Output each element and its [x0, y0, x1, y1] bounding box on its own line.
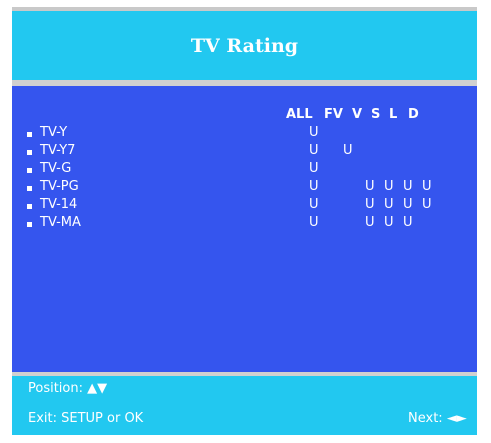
cell-v[interactable]: U	[365, 215, 375, 230]
cell-s[interactable]: U	[384, 215, 394, 230]
next-label: Next:	[408, 411, 443, 426]
column-header-fv: FV	[324, 107, 343, 122]
menu-header: TV Rating	[12, 7, 477, 80]
cell-all[interactable]: U	[309, 161, 319, 176]
cell-s[interactable]: U	[384, 197, 394, 212]
osd-menu: TV Rating ALL FV V S L D TV-Y U TV-Y7 U …	[12, 7, 477, 435]
column-header-v: V	[352, 107, 363, 122]
cell-d[interactable]: U	[422, 197, 432, 212]
cell-fv[interactable]: U	[343, 143, 353, 158]
bullet-icon	[27, 186, 32, 191]
tv-rating-screen: TV Rating ALL FV V S L D TV-Y U TV-Y7 U …	[0, 0, 491, 443]
menu-footer: Position: ▲▼ Exit: SETUP or OK Next: ◄►	[12, 376, 477, 435]
position-hint: Position: ▲▼	[28, 381, 107, 396]
bullet-icon	[27, 150, 32, 155]
column-header-l: L	[389, 107, 398, 122]
up-down-arrows-icon: ▲▼	[87, 381, 108, 396]
cell-s[interactable]: U	[384, 179, 394, 194]
cell-v[interactable]: U	[365, 179, 375, 194]
row-label: TV-14	[40, 197, 78, 212]
cell-l[interactable]: U	[403, 197, 413, 212]
next-hint: Next: ◄►	[408, 411, 467, 426]
column-header-s: S	[371, 107, 381, 122]
row-label: TV-PG	[40, 179, 79, 194]
cell-v[interactable]: U	[365, 197, 375, 212]
bullet-icon	[27, 132, 32, 137]
exit-hint: Exit: SETUP or OK	[28, 411, 144, 426]
menu-title: TV Rating	[190, 35, 299, 57]
row-label: TV-MA	[40, 215, 81, 230]
cell-d[interactable]: U	[422, 179, 432, 194]
position-label: Position:	[28, 381, 83, 396]
rating-table: ALL FV V S L D TV-Y U TV-Y7 U U TV-G U T…	[12, 86, 477, 372]
column-header-all: ALL	[286, 107, 313, 122]
left-right-arrows-icon: ◄►	[446, 411, 467, 426]
row-label: TV-G	[40, 161, 72, 176]
cell-all[interactable]: U	[309, 215, 319, 230]
bullet-icon	[27, 168, 32, 173]
bullet-icon	[27, 222, 32, 227]
bullet-icon	[27, 204, 32, 209]
cell-all[interactable]: U	[309, 143, 319, 158]
row-label: TV-Y7	[40, 143, 76, 158]
cell-all[interactable]: U	[309, 125, 319, 140]
cell-l[interactable]: U	[403, 179, 413, 194]
cell-l[interactable]: U	[403, 215, 413, 230]
column-header-d: D	[408, 107, 419, 122]
row-label: TV-Y	[40, 125, 68, 140]
cell-all[interactable]: U	[309, 197, 319, 212]
cell-all[interactable]: U	[309, 179, 319, 194]
